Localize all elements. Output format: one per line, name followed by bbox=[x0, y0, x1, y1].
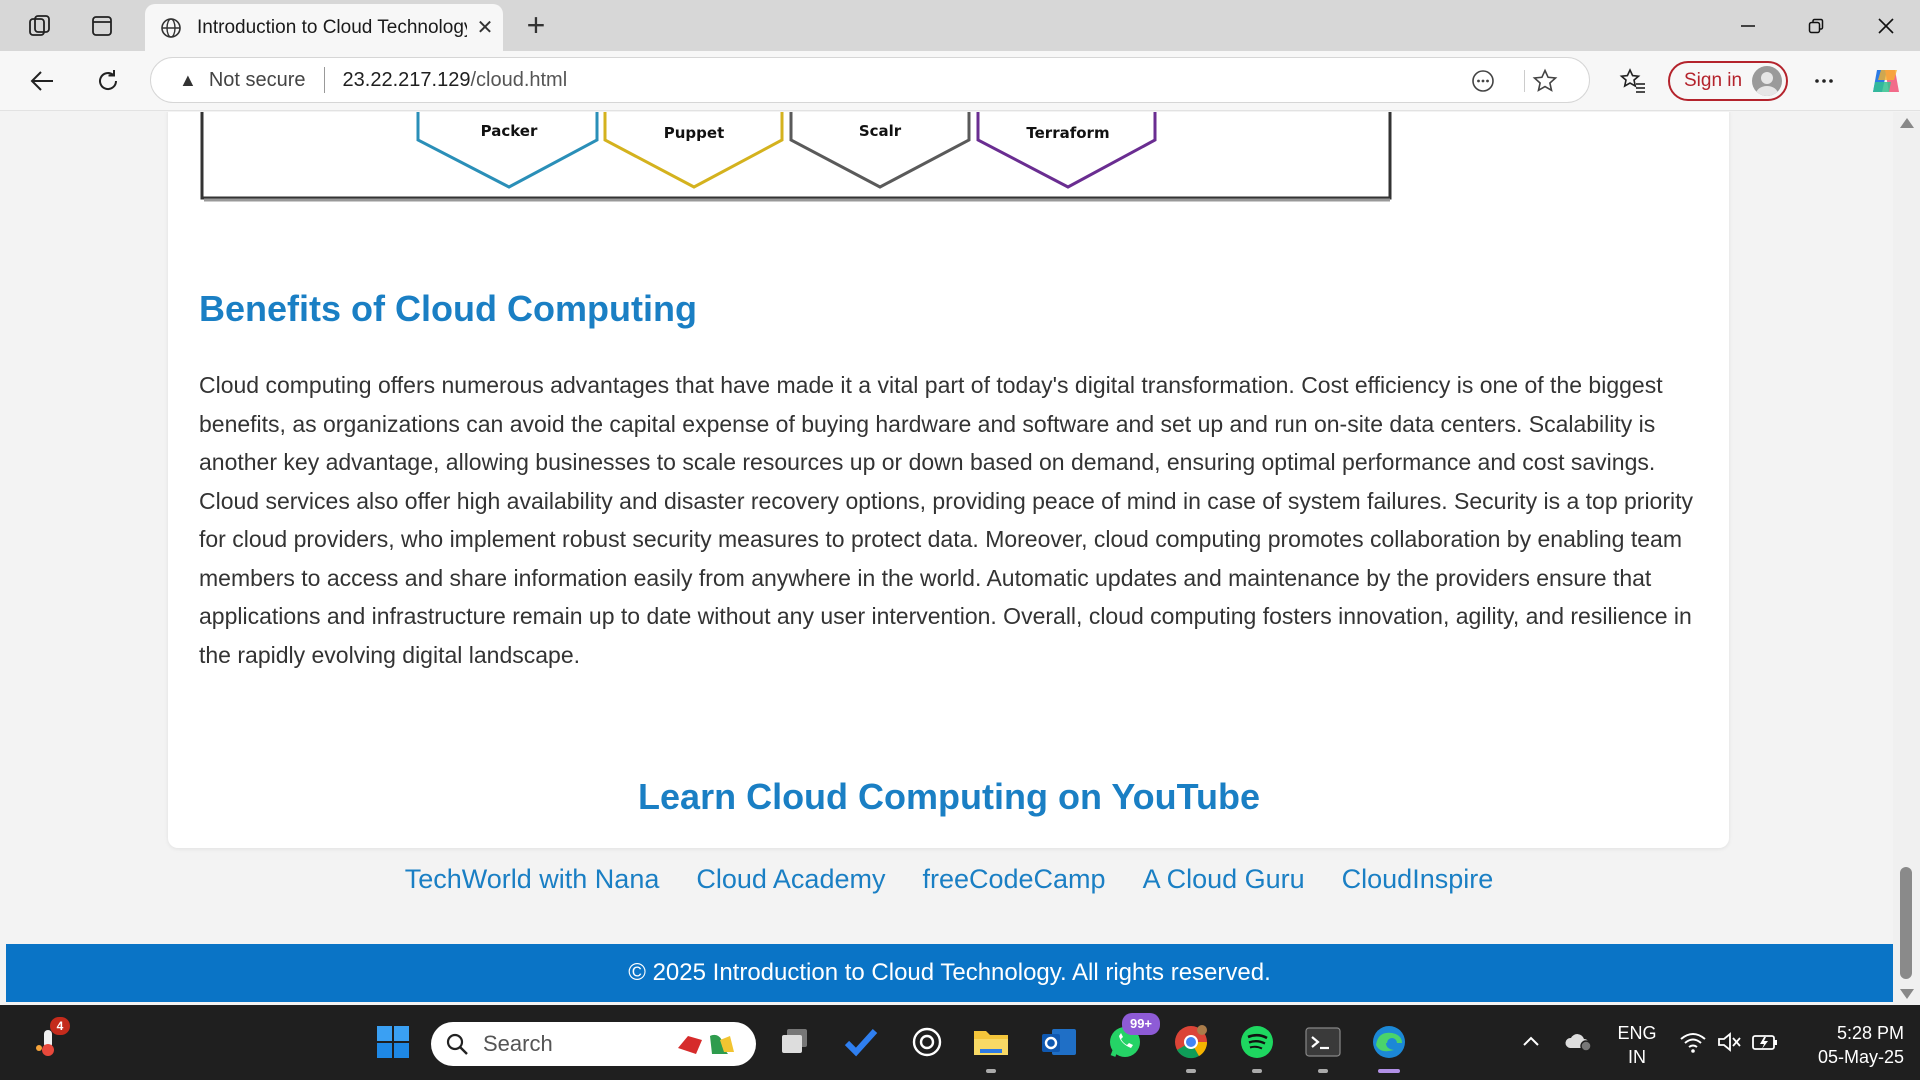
close-window-button[interactable] bbox=[1852, 0, 1920, 51]
hexagon-scalr: Scalr bbox=[789, 112, 971, 189]
close-tab-icon[interactable]: ✕ bbox=[467, 15, 503, 40]
search-icon bbox=[446, 1033, 468, 1055]
favorite-star-icon[interactable] bbox=[1531, 67, 1559, 95]
diagram-label: Puppet bbox=[664, 124, 725, 142]
minimize-button[interactable] bbox=[1714, 0, 1782, 51]
tab-cloud-technology[interactable]: Introduction to Cloud Technology ✕ bbox=[145, 4, 503, 51]
page-footer: © 2025 Introduction to Cloud Technology.… bbox=[6, 944, 1893, 1002]
youtube-link-a-cloud-guru[interactable]: A Cloud Guru bbox=[1143, 864, 1305, 895]
workspaces-icon[interactable] bbox=[12, 0, 68, 51]
refresh-icon bbox=[99, 70, 118, 90]
favorites-icon[interactable] bbox=[1615, 63, 1651, 99]
scroll-up-icon[interactable] bbox=[1900, 118, 1914, 128]
globe-icon bbox=[161, 17, 181, 38]
hexagon-terraform: Terraform bbox=[976, 112, 1157, 189]
scroll-down-icon[interactable] bbox=[1900, 989, 1914, 999]
content-card: Packer Puppet Scalr Terraform Benefits o… bbox=[168, 112, 1729, 848]
tab-title: Introduction to Cloud Technology bbox=[197, 16, 467, 38]
running-indicator bbox=[986, 1069, 996, 1073]
region-code: IN bbox=[1628, 1047, 1646, 1067]
youtube-link-techworld[interactable]: TechWorld with Nana bbox=[405, 864, 660, 895]
youtube-section-title: Learn Cloud Computing on YouTube bbox=[638, 776, 1260, 817]
windows-taskbar: 4 Search 99+ ENG IN 5:28 PM 05-May-25 bbox=[0, 1005, 1920, 1080]
new-tab-button[interactable]: + bbox=[518, 8, 554, 44]
clock[interactable]: 5:28 PM 05-May-25 bbox=[1794, 1021, 1904, 1069]
diagram-label: Scalr bbox=[859, 122, 902, 140]
tab-actions-icon[interactable] bbox=[74, 0, 130, 51]
running-indicator bbox=[1318, 1069, 1328, 1073]
back-button[interactable] bbox=[20, 59, 64, 103]
terminal-icon[interactable] bbox=[1300, 1019, 1346, 1073]
youtube-links: TechWorld with Nana Cloud Academy freeCo… bbox=[0, 864, 1898, 895]
task-view-icon[interactable] bbox=[772, 1019, 818, 1065]
copilot-icon[interactable] bbox=[1868, 63, 1904, 99]
page-scrollbar[interactable] bbox=[1893, 112, 1920, 1005]
clock-time: 5:28 PM bbox=[1836, 1023, 1904, 1043]
chevron-up-icon[interactable] bbox=[1508, 1019, 1554, 1065]
chrome-icon[interactable] bbox=[1168, 1019, 1214, 1073]
url-text[interactable]: 23.22.217.129/cloud.html bbox=[343, 69, 568, 92]
address-separator bbox=[323, 67, 325, 93]
restore-button[interactable] bbox=[1782, 0, 1850, 51]
warning-icon: ▲ bbox=[179, 69, 197, 90]
windows-logo-icon bbox=[377, 1026, 409, 1058]
diagram-label: Terraform bbox=[1026, 124, 1109, 142]
scrollbar-thumb[interactable] bbox=[1900, 867, 1912, 979]
url-host: 23.22.217.129 bbox=[342, 68, 471, 91]
spotify-icon[interactable] bbox=[1234, 1019, 1280, 1073]
running-indicator bbox=[1252, 1069, 1262, 1073]
footer-text: © 2025 Introduction to Cloud Technology.… bbox=[628, 959, 1271, 986]
youtube-link-cloudinspire[interactable]: CloudInspire bbox=[1342, 864, 1494, 895]
language-indicator[interactable]: ENG IN bbox=[1606, 1021, 1668, 1069]
reading-mode-icon[interactable] bbox=[1469, 67, 1497, 95]
running-indicator bbox=[1378, 1069, 1400, 1073]
search-highlight-icon bbox=[678, 1034, 734, 1054]
section-paragraph: Cloud computing offers numerous advantag… bbox=[199, 372, 1694, 668]
outlook-icon[interactable] bbox=[1036, 1019, 1082, 1065]
whatsapp-badge: 99+ bbox=[1122, 1013, 1160, 1035]
browser-tab-strip: Introduction to Cloud Technology ✕ + bbox=[0, 0, 1920, 51]
omnibox-divider bbox=[1524, 70, 1525, 92]
language-code: ENG bbox=[1617, 1023, 1657, 1043]
youtube-link-cloud-academy[interactable]: Cloud Academy bbox=[696, 864, 885, 895]
settings-more-icon[interactable] bbox=[1806, 63, 1842, 99]
cloud-tools-diagram: Packer Puppet Scalr Terraform bbox=[200, 112, 1392, 202]
back-arrow-icon bbox=[30, 71, 53, 91]
address-bar[interactable]: ▲ Not secure 23.22.217.129/cloud.html bbox=[150, 57, 1590, 103]
chatgpt-app-icon[interactable] bbox=[904, 1019, 950, 1065]
refresh-button[interactable] bbox=[86, 59, 130, 103]
browser-toolbar: ▲ Not secure 23.22.217.129/cloud.html Si… bbox=[0, 51, 1920, 111]
weather-widget-icon[interactable]: 4 bbox=[26, 1017, 72, 1065]
url-path: /cloud.html bbox=[470, 68, 568, 91]
start-button[interactable] bbox=[370, 1019, 416, 1065]
sign-in-label: Sign in bbox=[1684, 70, 1743, 91]
running-indicator bbox=[1186, 1069, 1196, 1073]
hexagon-puppet: Puppet bbox=[603, 112, 784, 189]
taskbar-search[interactable]: Search bbox=[431, 1022, 756, 1066]
clock-date: 05-May-25 bbox=[1817, 1047, 1904, 1067]
edge-icon[interactable] bbox=[1366, 1019, 1412, 1073]
todo-app-icon[interactable] bbox=[838, 1019, 884, 1065]
hexagon-packer: Packer bbox=[416, 112, 599, 189]
security-label[interactable]: Not secure bbox=[209, 69, 306, 92]
avatar bbox=[1752, 66, 1782, 96]
search-placeholder: Search bbox=[483, 1031, 553, 1056]
weather-badge: 4 bbox=[50, 1017, 70, 1035]
battery-charging-icon[interactable] bbox=[1742, 1019, 1788, 1065]
sign-in-button[interactable]: Sign in bbox=[1668, 61, 1788, 101]
page-viewport: Packer Puppet Scalr Terraform Benefits o… bbox=[0, 112, 1920, 1005]
whatsapp-icon[interactable]: 99+ bbox=[1102, 1013, 1160, 1065]
diagram-label: Packer bbox=[481, 122, 538, 140]
onedrive-icon[interactable] bbox=[1556, 1019, 1602, 1065]
file-explorer-icon[interactable] bbox=[968, 1019, 1014, 1073]
youtube-link-freecodecamp[interactable]: freeCodeCamp bbox=[922, 864, 1105, 895]
section-title: Benefits of Cloud Computing bbox=[199, 288, 697, 329]
